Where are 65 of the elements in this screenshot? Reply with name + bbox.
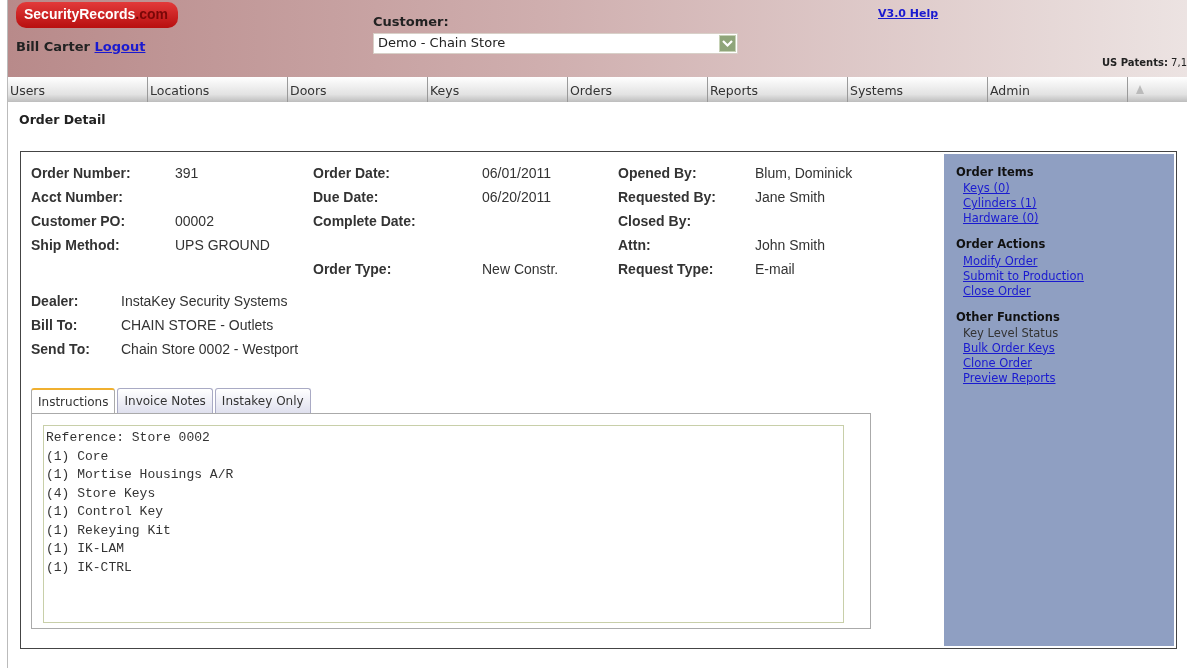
section-heading: Order Actions xyxy=(956,236,1047,254)
field-label: Order Type: xyxy=(313,260,393,278)
nav-item[interactable]: Orders xyxy=(568,77,708,102)
field-label: Opened By: xyxy=(618,164,698,182)
field-label: Order Number: xyxy=(31,164,132,182)
field-value: E-mail xyxy=(755,260,796,278)
field-value: New Constr. xyxy=(482,260,560,278)
patents-value: 7,1 xyxy=(1171,57,1187,68)
field-label: Customer PO: xyxy=(31,212,127,230)
field-label: Complete Date: xyxy=(313,212,417,230)
logout-link[interactable]: Logout xyxy=(94,39,146,54)
field-value: Jane Smith xyxy=(755,188,827,206)
help-link[interactable]: V3.0 Help xyxy=(878,6,939,23)
customer-label: Customer: xyxy=(373,13,450,31)
instructions-field[interactable]: Reference: Store 0002 (1) Core (1) Mortise Housings A/R (4) Store Keys (1) Control Key (1) Rekeying Kit (1) IK-LAM (1) IK-CTRL xyxy=(43,425,844,623)
page-title: Order Detail xyxy=(19,112,106,127)
sidebar-link[interactable]: Cylinders (1) xyxy=(963,196,1174,212)
section-heading: Order Items xyxy=(956,164,1035,181)
tab[interactable]: Instakey Only xyxy=(214,388,311,413)
sidebar-link[interactable]: Close Order xyxy=(963,283,1174,299)
user-name: Bill Carter xyxy=(16,39,90,54)
field-value: UPS GROUND xyxy=(175,236,271,254)
field-value: Chain Store 0002 - Westport xyxy=(121,340,300,358)
logo: SecurityRecords.com xyxy=(16,2,178,28)
tab[interactable]: Invoice Notes xyxy=(117,388,213,413)
field-value: 391 xyxy=(175,164,200,182)
sidebar-link[interactable]: Submit to Production xyxy=(963,268,1174,284)
field-value: InstaKey Security Systems xyxy=(121,292,289,310)
scroll-up-icon[interactable] xyxy=(1136,85,1144,94)
field-label: Requested By: xyxy=(618,188,718,206)
field-label: Attn: xyxy=(618,236,652,254)
field-label: Order Date: xyxy=(313,164,392,182)
field-value: 06/01/2011 xyxy=(482,164,553,182)
nav-item[interactable]: Admin xyxy=(988,77,1128,102)
nav-item[interactable]: Systems xyxy=(848,77,988,102)
field-label: Ship Method: xyxy=(31,236,121,254)
field-label: Closed By: xyxy=(618,212,693,230)
field-value: 06/20/2011 xyxy=(482,188,553,206)
field-label: Dealer: xyxy=(31,292,80,310)
field-value: Blum, Dominick xyxy=(755,164,854,182)
sidebar-link[interactable]: Clone Order xyxy=(963,355,1174,371)
tab[interactable]: Instructions xyxy=(31,388,116,413)
customer-select[interactable]: Demo - Chain Store xyxy=(373,32,738,54)
field-label: Send To: xyxy=(31,340,91,358)
dropdown-icon xyxy=(719,34,736,52)
sidebar-link[interactable]: Modify Order xyxy=(963,253,1174,269)
nav-item[interactable]: Locations xyxy=(148,77,288,102)
nav-item[interactable]: Users xyxy=(8,77,148,102)
nav-item[interactable]: Reports xyxy=(708,77,848,102)
section-heading: Other Functions xyxy=(956,308,1061,326)
field-value: CHAIN STORE - Outlets xyxy=(121,316,275,334)
sidebar-link[interactable]: Keys (0) xyxy=(963,181,1174,197)
field-value: 00002 xyxy=(175,212,215,230)
nav-item[interactable]: Keys xyxy=(428,77,568,102)
sidebar-link[interactable]: Bulk Order Keys xyxy=(963,340,1174,356)
sidebar-link[interactable]: Preview Reports xyxy=(963,370,1174,386)
field-value: John Smith xyxy=(755,236,827,254)
sidebar-link[interactable]: Hardware (0) xyxy=(963,211,1174,227)
field-label: Due Date: xyxy=(313,188,380,206)
field-label: Acct Number: xyxy=(31,188,124,206)
field-label: Bill To: xyxy=(31,316,79,334)
sidebar-text: Key Level Status xyxy=(963,325,1060,341)
nav-item[interactable]: Doors xyxy=(288,77,428,102)
field-label: Request Type: xyxy=(618,260,715,278)
patents-label: US Patents: xyxy=(1101,57,1168,68)
